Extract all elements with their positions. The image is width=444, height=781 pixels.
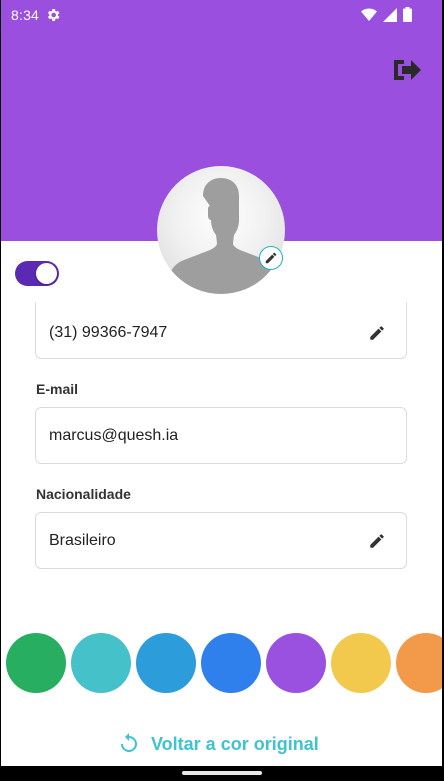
avatar[interactable] [157, 166, 285, 294]
home-gesture-handle[interactable] [182, 771, 262, 775]
color-swatch[interactable] [396, 633, 442, 693]
theme-toggle[interactable] [15, 261, 59, 286]
signal-icon [383, 7, 397, 22]
status-icons [361, 7, 412, 22]
color-swatch[interactable] [136, 633, 196, 693]
color-swatch[interactable] [71, 633, 131, 693]
phone-field[interactable]: (31) 99366-7947 [35, 302, 407, 359]
color-swatches [1, 633, 442, 695]
reset-color-button[interactable]: Voltar a cor original [117, 730, 319, 758]
toggle-knob [36, 263, 57, 284]
pencil-icon [265, 252, 277, 264]
color-swatch[interactable] [266, 633, 326, 693]
logout-icon[interactable] [391, 57, 421, 83]
nationality-value: Brasileiro [49, 531, 116, 549]
gear-icon [48, 9, 60, 21]
profile-screen: 8:34 (31) 99366-7947 E-mail marcus@quesh… [1, 0, 442, 766]
nationality-field[interactable]: Brasileiro [35, 512, 407, 569]
nationality-label: Nacionalidade [36, 486, 131, 502]
pencil-icon[interactable] [368, 532, 386, 550]
color-swatch[interactable] [201, 633, 261, 693]
email-value: marcus@quesh.ia [49, 426, 179, 444]
pencil-icon[interactable] [368, 324, 386, 342]
color-swatch[interactable] [6, 633, 66, 693]
status-bar: 8:34 [1, 0, 442, 30]
email-label: E-mail [36, 381, 79, 397]
wifi-icon [361, 8, 377, 21]
refresh-icon [121, 733, 137, 752]
battery-icon [403, 7, 412, 22]
avatar-edit-button[interactable] [259, 246, 283, 270]
email-field[interactable]: marcus@quesh.ia [35, 407, 407, 464]
color-swatch[interactable] [331, 633, 391, 693]
phone-value: (31) 99366-7947 [49, 324, 168, 341]
reset-label: Voltar a cor original [151, 733, 319, 754]
status-time: 8:34 [11, 7, 40, 23]
avatar-silhouette-icon [167, 178, 283, 294]
